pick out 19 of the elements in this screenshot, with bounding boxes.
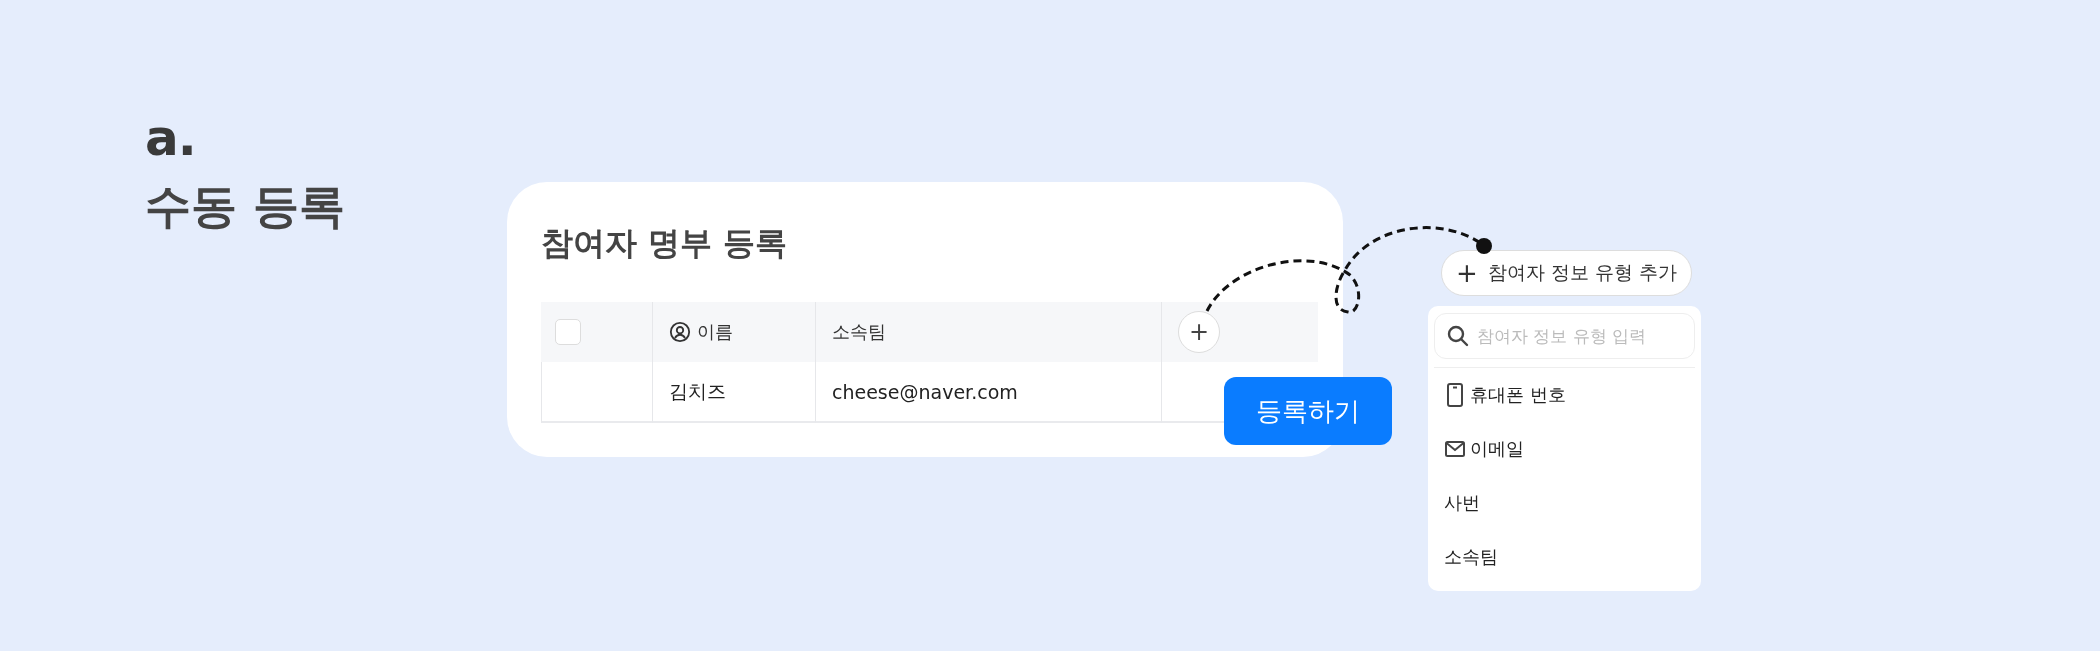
dropdown-item[interactable]: 이메일 (1434, 422, 1695, 476)
register-button[interactable]: 등록하기 (1224, 377, 1392, 445)
dropdown-item[interactable]: 사번 (1434, 476, 1695, 530)
search-icon (1446, 324, 1470, 348)
table-cell: 김치즈 (652, 362, 815, 423)
checkbox[interactable] (555, 319, 581, 345)
add-column-button[interactable]: + (1178, 311, 1220, 353)
card-title: 참여자 명부 등록 (541, 223, 789, 264)
person-icon (669, 321, 691, 343)
search-field[interactable]: 참여자 정보 유형 입력 (1434, 313, 1695, 359)
table-cell: cheese@naver.com (815, 362, 1161, 423)
column-header: 이름 (697, 320, 733, 344)
dropdown-item[interactable]: 휴대폰 번호 (1434, 368, 1695, 422)
dropdown-item[interactable]: 소속팀 (1434, 530, 1695, 584)
logo-mark: a. (145, 112, 197, 164)
phone-icon (1444, 382, 1466, 408)
page-heading: 수동 등록 (145, 178, 346, 235)
column-header: 소속팀 (832, 320, 886, 344)
add-type-button[interactable]: + 참여자 정보 유형 추가 (1441, 250, 1692, 296)
